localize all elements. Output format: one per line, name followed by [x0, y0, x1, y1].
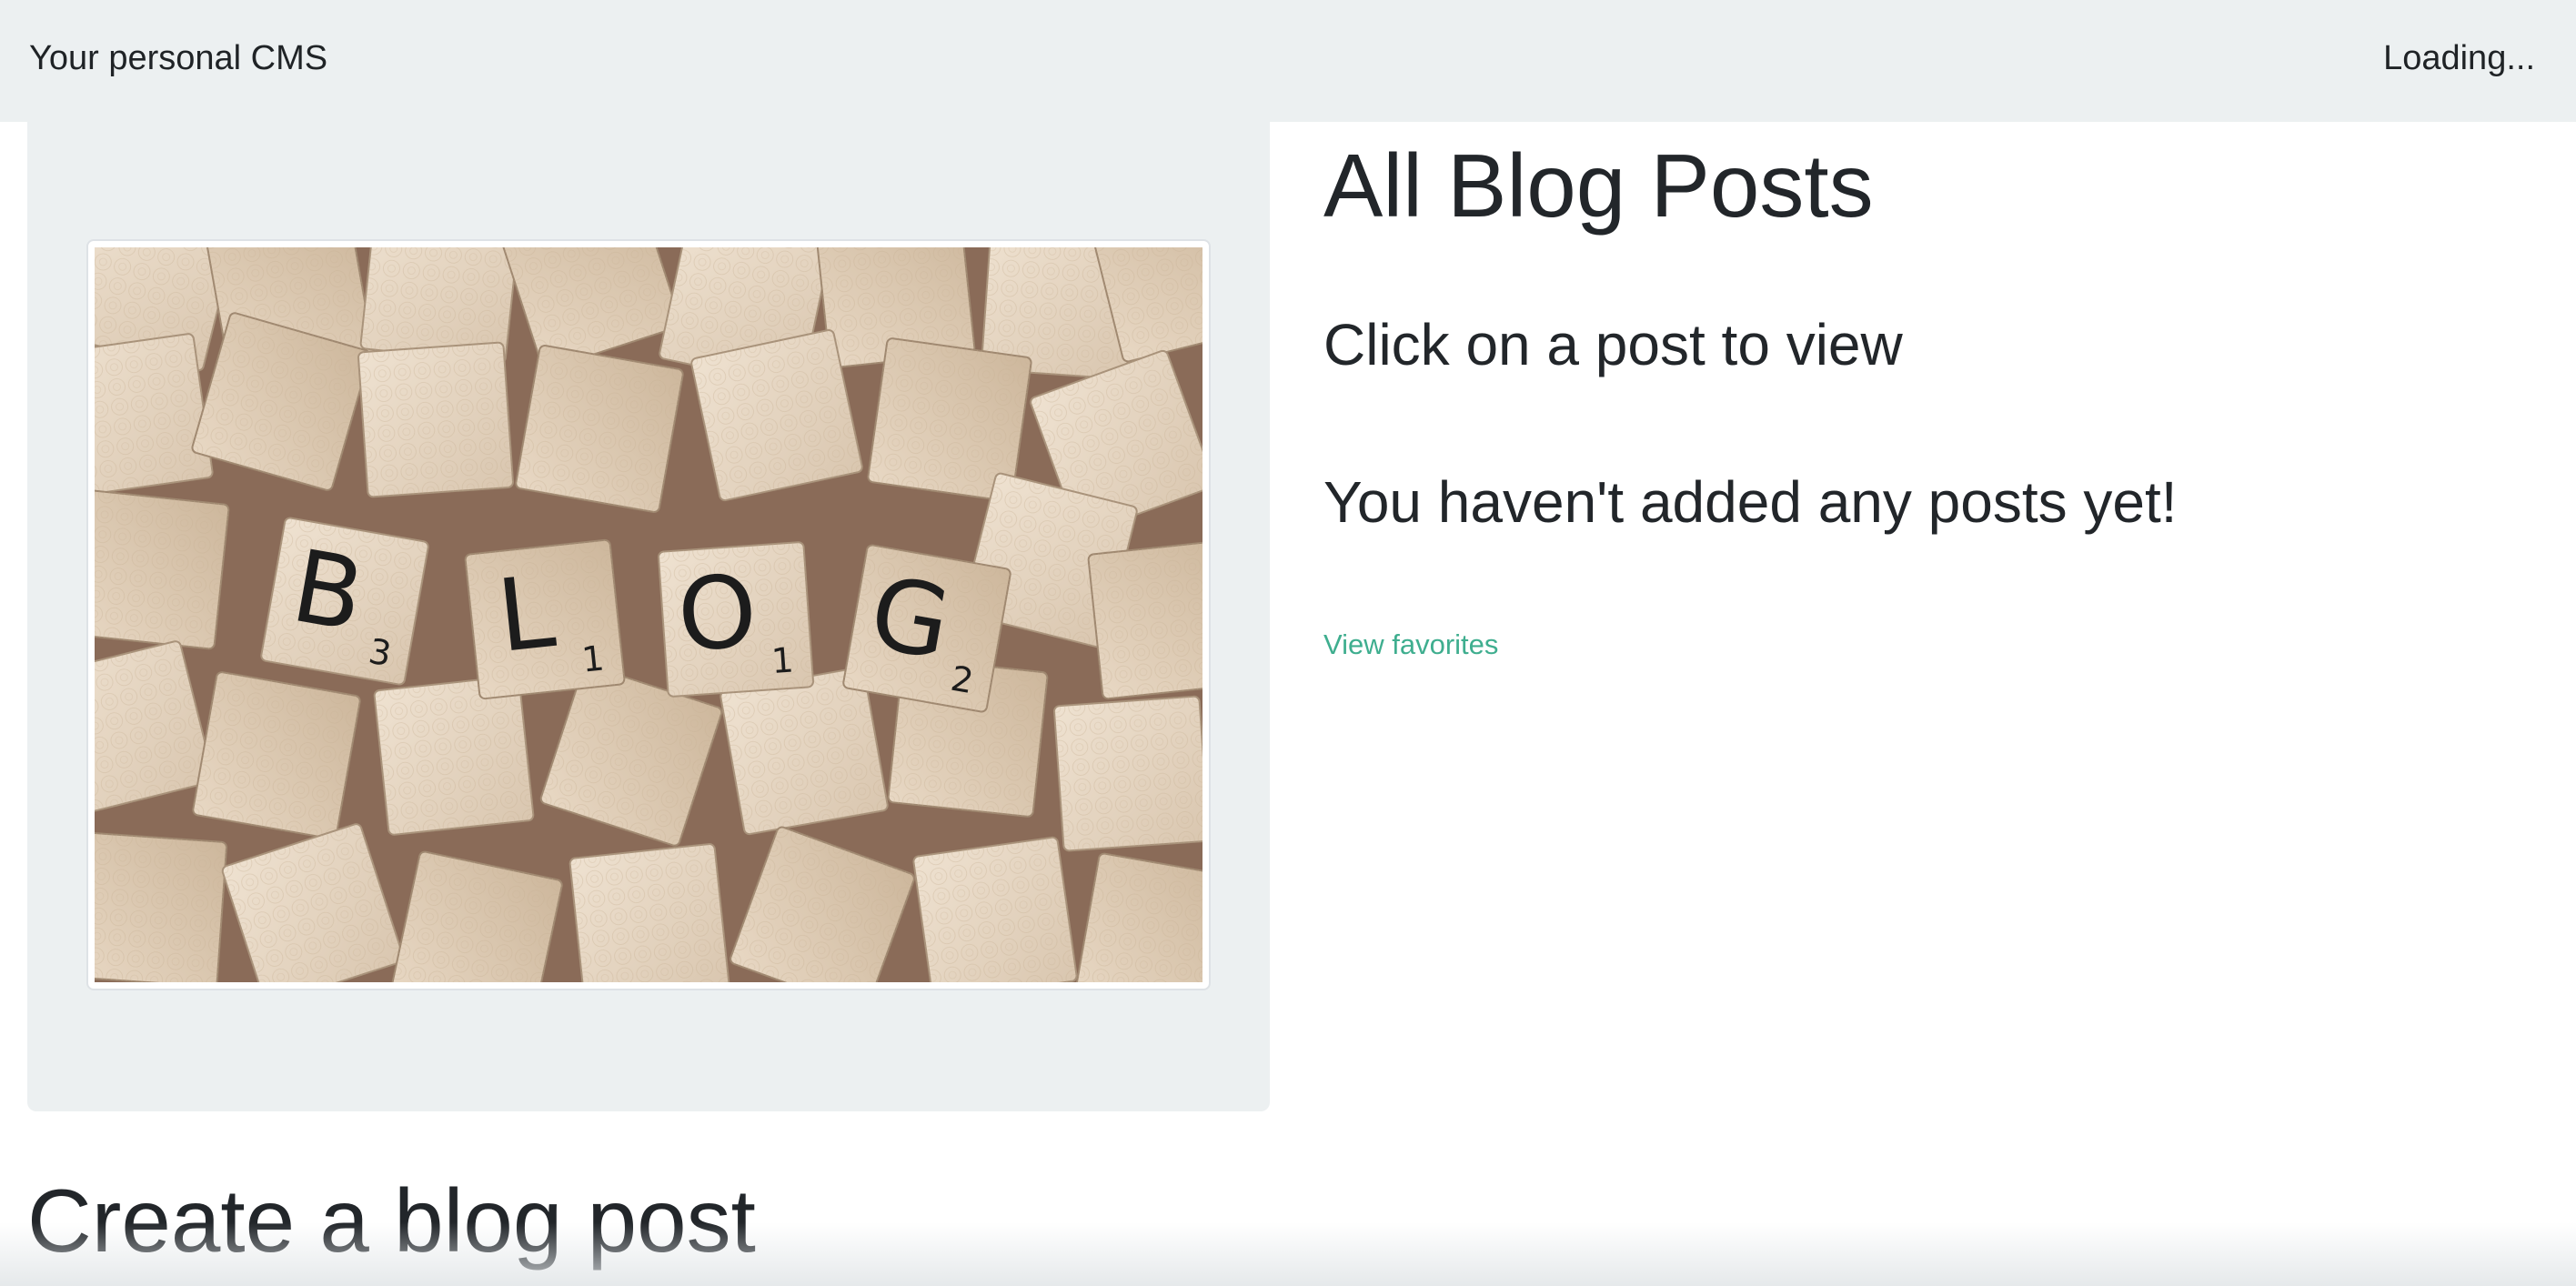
create-post-heading: Create a blog post: [27, 1170, 756, 1271]
instructions-text: Click on a post to view: [1323, 312, 1903, 377]
navbar-brand[interactable]: Your personal CMS: [29, 36, 327, 80]
navbar: Your personal CMS Loading...: [0, 0, 2576, 122]
page-title: All Blog Posts: [1323, 136, 1874, 236]
letter-tile-o: O 1: [657, 540, 815, 698]
letter-tile-l: L 1: [464, 538, 626, 700]
hero-image-frame: B 3 L 1 O 1 G 2: [86, 239, 1211, 990]
letter-tile-g: G 2: [841, 543, 1012, 714]
tile-score: 1: [770, 640, 795, 682]
hero-jumbotron: B 3 L 1 O 1 G 2: [27, 122, 1270, 1111]
view-favorites-link[interactable]: View favorites: [1323, 627, 1498, 663]
blog-tiles-image: B 3 L 1 O 1 G 2: [95, 247, 1202, 982]
empty-posts-message: You haven't added any posts yet!: [1323, 469, 2178, 535]
letter-tile-b: B 3: [259, 516, 430, 687]
tile-score: 1: [580, 638, 607, 679]
loading-status: Loading...: [2383, 39, 2535, 77]
tile-letter: O: [674, 553, 760, 675]
